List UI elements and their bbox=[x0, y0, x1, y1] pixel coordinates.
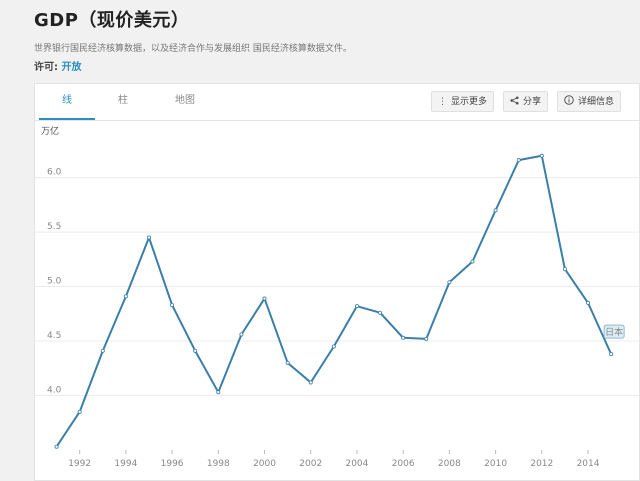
data-point bbox=[239, 332, 244, 337]
data-point bbox=[447, 280, 452, 285]
data-point bbox=[516, 158, 521, 163]
license-open-link[interactable]: 开放 bbox=[61, 62, 81, 73]
data-point bbox=[401, 335, 406, 340]
x-tick-label: 1998 bbox=[207, 459, 230, 469]
y-tick-label: 5.0 bbox=[47, 277, 62, 287]
data-point bbox=[354, 304, 359, 309]
data-point bbox=[331, 344, 336, 349]
x-tick-label: 2010 bbox=[484, 459, 507, 469]
y-tick-label: 6.0 bbox=[47, 168, 62, 178]
x-tick-label: 1992 bbox=[68, 459, 91, 469]
data-point bbox=[170, 303, 175, 308]
data-point bbox=[539, 153, 544, 158]
share-label: 分享 bbox=[523, 97, 542, 107]
data-point bbox=[285, 360, 290, 365]
y-tick-label: 4.0 bbox=[47, 386, 62, 396]
show-more-button[interactable]: ⋮ 显示更多 bbox=[431, 91, 495, 112]
tab-bar[interactable]: 柱 bbox=[95, 84, 151, 118]
x-tick-label: 1996 bbox=[161, 459, 184, 469]
data-point bbox=[470, 259, 475, 264]
tab-map[interactable]: 地图 bbox=[157, 84, 213, 118]
data-point bbox=[308, 380, 313, 385]
license-label: 许可: bbox=[34, 62, 62, 73]
details-label: 详细信息 bbox=[578, 97, 615, 107]
page-title: GDP（现价美元） bbox=[34, 10, 190, 31]
chart-tabs: 线 柱 地图 ⋮ 显示更多 分享 详细信息 bbox=[35, 84, 639, 121]
data-point bbox=[216, 390, 221, 395]
x-tick-label: 2008 bbox=[438, 459, 461, 469]
chart-panel: 线 柱 地图 ⋮ 显示更多 分享 详细信息 万亿 4.0 4.5 5.0 5.5 6.0 19… bbox=[34, 83, 640, 481]
data-point bbox=[193, 348, 198, 353]
data-point bbox=[493, 208, 498, 213]
share-icon bbox=[510, 92, 519, 113]
data-point bbox=[609, 352, 614, 357]
data-point bbox=[262, 296, 267, 301]
data-point bbox=[54, 444, 59, 449]
more-vertical-icon: ⋮ bbox=[438, 97, 447, 107]
x-tick-label: 2000 bbox=[253, 459, 276, 469]
x-tick-label: 2014 bbox=[577, 459, 600, 469]
series-label: 日本 bbox=[605, 326, 623, 338]
data-point bbox=[586, 300, 591, 305]
y-axis-unit-label: 万亿 bbox=[41, 125, 59, 137]
data-point bbox=[123, 294, 128, 299]
data-point bbox=[146, 235, 151, 240]
x-tick-label: 1994 bbox=[114, 459, 137, 469]
tab-line[interactable]: 线 bbox=[39, 84, 95, 120]
data-point bbox=[424, 336, 429, 341]
share-button[interactable]: 分享 bbox=[503, 91, 549, 113]
x-tick-label: 2004 bbox=[345, 459, 368, 469]
show-more-label: 显示更多 bbox=[451, 97, 488, 107]
gdp-line-chart: 万亿 4.0 4.5 5.0 5.5 6.0 1992 1994 1996 1998 2000 200… bbox=[35, 125, 639, 469]
details-button[interactable]: 详细信息 bbox=[557, 91, 622, 113]
data-point bbox=[77, 409, 82, 414]
license-info: 许可: 开放 bbox=[34, 58, 81, 73]
y-tick-label: 5.5 bbox=[47, 222, 61, 232]
x-tick-label: 2006 bbox=[392, 459, 415, 469]
data-point bbox=[378, 310, 383, 315]
info-icon bbox=[564, 92, 574, 113]
data-point bbox=[100, 348, 105, 353]
data-point bbox=[562, 267, 567, 272]
x-tick-label: 2012 bbox=[530, 459, 553, 469]
y-tick-label: 4.5 bbox=[47, 331, 61, 341]
x-tick-label: 2002 bbox=[299, 459, 322, 469]
series-line bbox=[55, 154, 613, 448]
source-note: 世界银行国民经济核算数据，以及经济合作与发展组织 国民经济核算数据文件。 bbox=[34, 44, 352, 54]
